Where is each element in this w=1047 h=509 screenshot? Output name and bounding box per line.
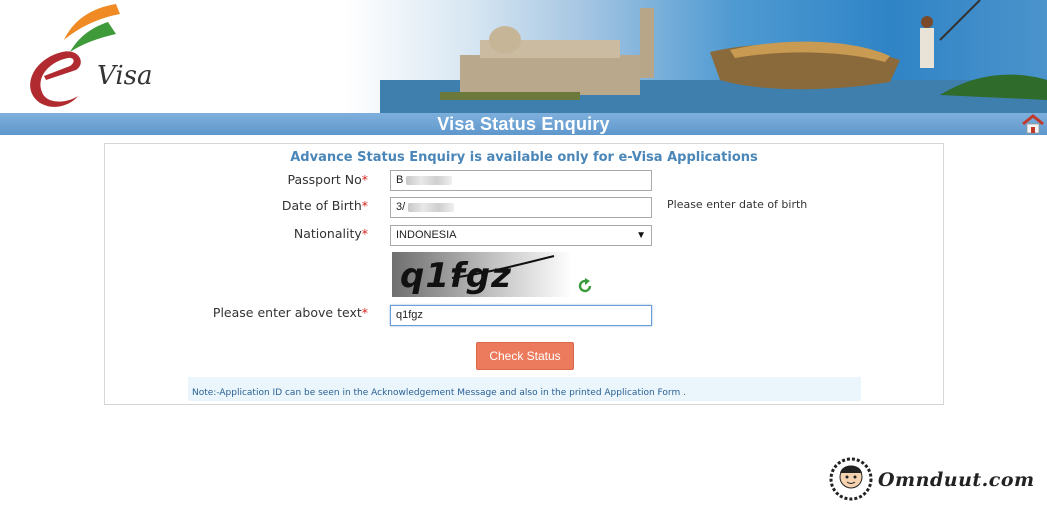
check-status-button[interactable]: Check Status (476, 342, 574, 370)
title-bar: Visa Status Enquiry (0, 113, 1047, 135)
watermark: Omnduut.com (826, 455, 1041, 503)
required-marker: * (361, 305, 368, 320)
captcha-text: q1fgz (400, 256, 512, 296)
refresh-captcha-icon[interactable] (577, 278, 593, 294)
captcha-label: Please enter above text* (213, 305, 368, 320)
captcha-label-text: Please enter above text (212, 305, 362, 320)
nationality-label-text: Nationality (293, 226, 362, 241)
passport-input[interactable]: B (390, 170, 652, 191)
captcha-input[interactable]: q1fgz (390, 305, 652, 326)
home-icon[interactable] (1021, 114, 1045, 134)
redacted-value (406, 175, 453, 185)
status-enquiry-form: Advance Status Enquiry is available only… (104, 143, 944, 405)
logo-text: Visa (97, 61, 153, 91)
dob-hint: Please enter date of birth (667, 198, 808, 211)
nationality-label: Nationality* (294, 226, 368, 241)
header-banner: Visa (0, 0, 1047, 113)
passport-value: B (396, 174, 404, 186)
passport-label-text: Passport No (287, 172, 362, 187)
redacted-value (408, 202, 455, 212)
captcha-image: q1fgz (392, 252, 572, 297)
nationality-selected: INDONESIA (396, 229, 457, 241)
page-title: Visa Status Enquiry (437, 114, 610, 134)
evisa-logo: Visa (20, 0, 153, 113)
dob-label: Date of Birth* (282, 198, 368, 213)
form-heading: Advance Status Enquiry is available only… (290, 150, 758, 165)
note-text: Note:-Application ID can be seen in the … (192, 388, 686, 398)
nationality-select[interactable]: INDONESIA ▼ (390, 225, 652, 246)
watermark-text: Omnduut.com (878, 469, 1035, 491)
required-marker: * (361, 172, 368, 187)
required-marker: * (361, 226, 368, 241)
dob-input[interactable]: 3/ (390, 197, 652, 218)
passport-label: Passport No* (287, 172, 368, 187)
banner-scenery-image (380, 0, 1047, 113)
watermark-logo-icon (829, 457, 873, 501)
dob-label-text: Date of Birth (281, 198, 362, 213)
note-box: Note:-Application ID can be seen in the … (188, 377, 861, 401)
captcha-input-value: q1fgz (396, 309, 423, 321)
dropdown-arrow-icon: ▼ (636, 230, 646, 241)
required-marker: * (361, 198, 368, 213)
dob-value: 3/ (396, 201, 406, 213)
